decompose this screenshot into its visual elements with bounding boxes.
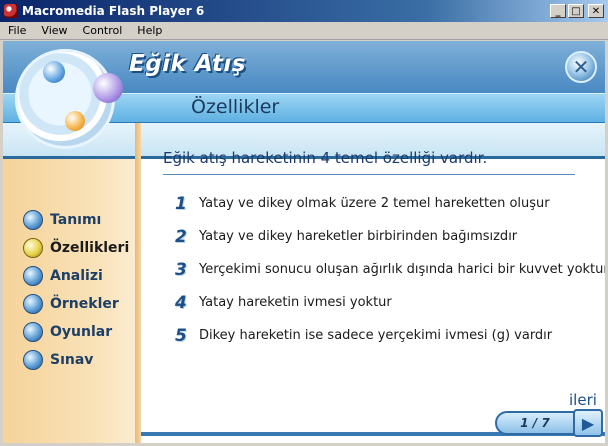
section-title: Özellikler xyxy=(191,96,280,118)
flash-stage: Eğik Atış Özellikler ✕ Tanımı Özellikler… xyxy=(3,41,605,443)
logo-icon xyxy=(15,49,123,149)
menu-view[interactable]: View xyxy=(32,24,73,37)
list-item: 4 Yatay hareketin ivmesi yoktur xyxy=(175,286,605,319)
sidebar-item-label: Sınav xyxy=(50,352,94,368)
feature-list: 1 Yatay ve dikey olmak üzere 2 temel har… xyxy=(175,187,605,352)
bullet-icon xyxy=(23,210,43,230)
bullet-icon xyxy=(23,266,43,286)
menu-control[interactable]: Control xyxy=(74,24,129,37)
item-text: Dikey hareketin ise sadece yerçekimi ivm… xyxy=(199,328,553,343)
sidebar-item-sinav[interactable]: Sınav xyxy=(23,346,129,374)
list-item: 5 Dikey hareketin ise sadece yerçekimi i… xyxy=(175,319,605,352)
active-bullet-icon xyxy=(23,238,43,258)
sidebar-item-ozellikleri[interactable]: Özellikleri xyxy=(23,234,129,262)
sidebar-item-label: Örnekler xyxy=(50,296,119,312)
close-window-button[interactable]: ✕ xyxy=(588,4,604,18)
item-number: 4 xyxy=(175,292,187,313)
menu-file[interactable]: File xyxy=(0,24,32,37)
next-link[interactable]: ileri xyxy=(569,391,597,409)
bullet-icon xyxy=(23,350,43,370)
bullet-icon xyxy=(23,294,43,314)
sidebar-edge xyxy=(135,123,141,443)
flash-player-icon xyxy=(4,4,18,18)
menu-help[interactable]: Help xyxy=(128,24,168,37)
blue-ball-icon xyxy=(43,61,65,83)
item-number: 2 xyxy=(175,226,187,247)
list-item: 1 Yatay ve dikey olmak üzere 2 temel har… xyxy=(175,187,605,220)
sidebar-item-tanimi[interactable]: Tanımı xyxy=(23,206,129,234)
item-text: Yatay hareketin ivmesi yoktur xyxy=(199,295,392,310)
sidebar-nav: Tanımı Özellikleri Analizi Örnekler Oyun… xyxy=(23,206,129,374)
title-bar: Macromedia Flash Player 6 _ □ ✕ xyxy=(0,0,608,22)
window-title: Macromedia Flash Player 6 xyxy=(22,4,205,18)
violet-ball-icon xyxy=(93,73,123,103)
close-app-button[interactable]: ✕ xyxy=(565,51,597,83)
bullet-icon xyxy=(23,322,43,342)
item-text: Yatay ve dikey hareketler birbirinden ba… xyxy=(199,229,518,244)
item-text: Yatay ve dikey olmak üzere 2 temel harek… xyxy=(199,196,550,211)
item-text: Yerçekimi sonucu oluşan ağırlık dışında … xyxy=(199,262,605,277)
sidebar-item-label: Tanımı xyxy=(50,212,102,228)
item-number: 5 xyxy=(175,325,187,346)
page-indicator: 1 / 7 xyxy=(495,411,575,435)
list-item: 2 Yatay ve dikey hareketler birbirinden … xyxy=(175,220,605,253)
content-heading: Eğik atış hareketinin 4 temel özelliği v… xyxy=(163,149,488,167)
sidebar-item-label: Özellikleri xyxy=(50,240,130,256)
sidebar-item-ornekler[interactable]: Örnekler xyxy=(23,290,129,318)
minimize-button[interactable]: _ xyxy=(550,4,566,18)
item-number: 3 xyxy=(175,259,187,280)
heading-divider xyxy=(163,174,575,175)
sidebar-item-analizi[interactable]: Analizi xyxy=(23,262,129,290)
orange-ball-icon xyxy=(65,111,85,131)
menu-bar: File View Control Help xyxy=(0,22,608,40)
item-number: 1 xyxy=(175,193,187,214)
list-item: 3 Yerçekimi sonucu oluşan ağırlık dışınd… xyxy=(175,253,605,286)
sidebar-item-oyunlar[interactable]: Oyunlar xyxy=(23,318,129,346)
sidebar-item-label: Analizi xyxy=(50,268,103,284)
maximize-button[interactable]: □ xyxy=(568,4,584,18)
app-title: Eğik Atış xyxy=(129,51,246,77)
sidebar-item-label: Oyunlar xyxy=(50,324,113,340)
next-arrow-icon[interactable]: ▶ xyxy=(573,409,603,437)
